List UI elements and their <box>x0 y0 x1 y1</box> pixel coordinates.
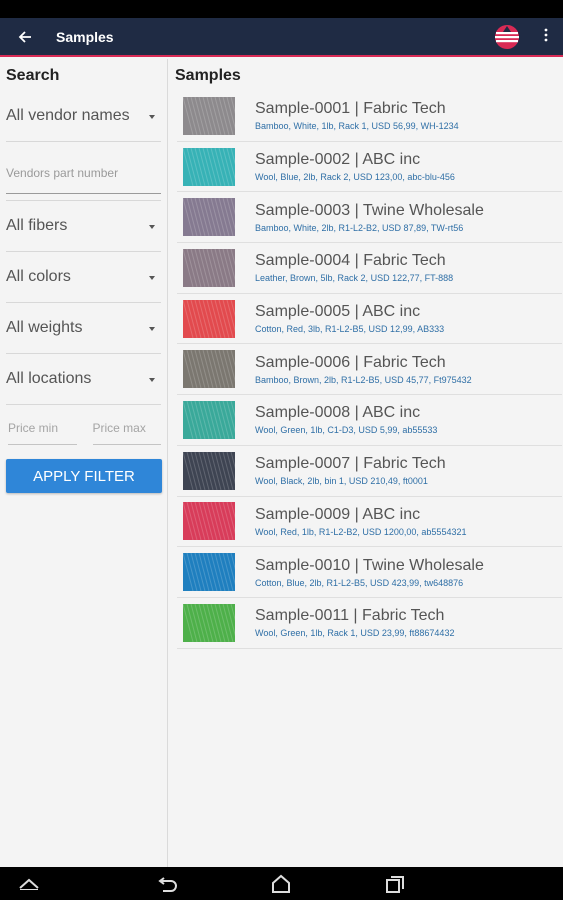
vendor-select[interactable]: All vendor names <box>6 91 161 142</box>
dropdown-caret-icon <box>149 327 155 331</box>
sample-text: Sample-0003 | Twine Wholesale Bamboo, Whi… <box>255 201 562 234</box>
price-max-input[interactable]: Price max <box>92 411 161 445</box>
back-button[interactable] <box>0 18 50 55</box>
price-min-input[interactable]: Price min <box>8 411 77 445</box>
status-bar <box>0 0 563 18</box>
weights-select[interactable]: All weights <box>6 303 161 354</box>
sample-text: Sample-0007 | Fabric Tech Wool, Black, 2l… <box>255 454 562 487</box>
sample-details: Wool, Black, 2lb, bin 1, USD 210,49, ft0… <box>255 476 428 487</box>
apply-filter-button[interactable]: APPLY FILTER <box>6 459 162 493</box>
dropdown-caret-icon <box>149 115 155 119</box>
fabric-swatch-image <box>183 553 235 592</box>
sample-details: Cotton, Red, 3lb, R1-L2-B5, USD 12,99, A… <box>255 324 445 335</box>
sample-text: Sample-0008 | ABC inc Wool, Green, 1lb, C… <box>255 403 562 436</box>
dropdown-caret-icon <box>149 378 155 382</box>
fabric-swatch-image <box>183 248 235 287</box>
vendor-part-number-input[interactable]: Vendors part number <box>6 152 161 194</box>
sample-title: Sample-0010 | Twine Wholesale <box>255 556 484 574</box>
sample-title: Sample-0003 | Twine Wholesale <box>255 201 484 219</box>
sample-list-item[interactable]: Sample-0007 | Fabric Tech Wool, Black, 2l… <box>177 446 562 497</box>
sample-list: Sample-0001 | Fabric Tech Bamboo, White, … <box>177 91 563 649</box>
price-range: Price min Price max <box>8 411 161 445</box>
fibers-select-value: All fibers <box>6 217 68 234</box>
sample-details: Wool, Blue, 2lb, Rack 2, USD 123,00, abc… <box>255 172 455 183</box>
sample-details: Wool, Red, 1lb, R1-L2-B2, USD 1200,00, a… <box>255 526 467 537</box>
sample-text: Sample-0011 | Fabric Tech Wool, Green, 1l… <box>255 606 562 639</box>
sample-title: Sample-0005 | ABC inc <box>255 303 421 321</box>
arrow-left-icon <box>18 30 31 43</box>
app-logo-icon[interactable] <box>493 23 521 51</box>
fabric-swatch-image <box>183 400 235 439</box>
sample-list-item[interactable]: Sample-0003 | Twine Wholesale Bamboo, Whi… <box>177 192 562 244</box>
sample-list-item[interactable]: Sample-0009 | ABC inc Wool, Red, 1lb, R1-… <box>177 497 562 548</box>
sample-title: Sample-0004 | Fabric Tech <box>255 252 446 270</box>
recent-apps-icon[interactable] <box>385 875 405 893</box>
sample-text: Sample-0005 | ABC inc Cotton, Red, 3lb, R… <box>255 302 562 335</box>
sample-details: Bamboo, Brown, 2lb, R1-L2-B5, USD 45,77,… <box>255 374 472 385</box>
overflow-menu-button[interactable] <box>535 26 557 47</box>
sample-details: Leather, Brown, 5lb, Rack 2, USD 122,77,… <box>255 273 454 284</box>
fabric-swatch-image <box>183 198 235 237</box>
fabric-swatch-image <box>183 299 235 338</box>
sample-text: Sample-0010 | Twine Wholesale Cotton, Blu… <box>255 556 562 589</box>
sample-text: Sample-0004 | Fabric Tech Leather, Brown,… <box>255 251 562 284</box>
sample-list-item[interactable]: Sample-0011 | Fabric Tech Wool, Green, 1l… <box>177 598 562 649</box>
sample-title: Sample-0007 | Fabric Tech <box>255 455 446 473</box>
sample-details: Bamboo, White, 2lb, R1-L2-B2, USD 87,89,… <box>255 222 464 233</box>
fibers-select[interactable]: All fibers <box>6 201 161 252</box>
sample-text: Sample-0002 | ABC inc Wool, Blue, 2lb, Ra… <box>255 150 562 183</box>
sample-title: Sample-0008 | ABC inc <box>255 404 421 422</box>
colors-select-value: All colors <box>6 268 71 285</box>
back-nav-icon[interactable] <box>158 875 178 893</box>
filter-heading: Search <box>6 67 60 84</box>
sample-list-item[interactable]: Sample-0006 | Fabric Tech Bamboo, Brown, … <box>177 344 562 396</box>
locations-select[interactable]: All locations <box>6 354 161 405</box>
sample-details: Cotton, Blue, 2lb, R1-L2-B5, USD 423,99,… <box>255 577 464 588</box>
filter-panel: Search All vendor names Vendors part num… <box>0 59 168 867</box>
sample-list-item[interactable]: Sample-0010 | Twine Wholesale Cotton, Blu… <box>177 547 562 598</box>
sample-list-item[interactable]: Sample-0008 | ABC inc Wool, Green, 1lb, C… <box>177 395 562 446</box>
fabric-swatch-image <box>183 603 235 642</box>
locations-select-value: All locations <box>6 370 92 387</box>
sample-title: Sample-0001 | Fabric Tech <box>255 100 446 118</box>
colors-select[interactable]: All colors <box>6 252 161 303</box>
weights-select-value: All weights <box>6 319 83 336</box>
more-vert-icon <box>544 28 548 42</box>
sample-details: Wool, Green, 1lb, C1-D3, USD 5,99, ab555… <box>255 425 438 436</box>
system-nav-bar <box>0 867 563 900</box>
sample-title: Sample-0009 | ABC inc <box>255 505 421 523</box>
sample-title: Sample-0006 | Fabric Tech <box>255 353 446 371</box>
dropdown-caret-icon <box>149 276 155 280</box>
home-nav-icon[interactable] <box>271 874 291 893</box>
samples-panel: Samples Sample-0001 | Fabric Tech Bamboo,… <box>169 59 563 867</box>
dropdown-caret-icon <box>149 225 155 229</box>
app-bar: Samples <box>0 18 563 57</box>
fabric-swatch-image <box>183 350 235 389</box>
page-title: Samples <box>56 28 114 45</box>
sample-details: Wool, Green, 1lb, Rack 1, USD 23,99, ft8… <box>255 628 455 639</box>
collapse-icon[interactable] <box>18 876 40 890</box>
sample-list-item[interactable]: Sample-0005 | ABC inc Cotton, Red, 3lb, R… <box>177 294 562 345</box>
fabric-swatch-image <box>183 147 235 186</box>
samples-heading: Samples <box>175 67 241 84</box>
sample-details: Bamboo, White, 1lb, Rack 1, USD 56,99, W… <box>255 121 459 132</box>
sample-text: Sample-0001 | Fabric Tech Bamboo, White, … <box>255 99 562 132</box>
sample-list-item[interactable]: Sample-0002 | ABC inc Wool, Blue, 2lb, Ra… <box>177 142 562 193</box>
fabric-swatch-image <box>183 96 235 135</box>
sample-title: Sample-0002 | ABC inc <box>255 151 421 169</box>
vendor-select-value: All vendor names <box>6 107 130 124</box>
sample-title: Sample-0011 | Fabric Tech <box>255 607 445 625</box>
fabric-swatch-image <box>183 451 235 490</box>
sample-list-item[interactable]: Sample-0001 | Fabric Tech Bamboo, White, … <box>177 91 562 142</box>
sample-text: Sample-0009 | ABC inc Wool, Red, 1lb, R1-… <box>255 505 562 538</box>
fabric-swatch-image <box>183 502 235 541</box>
sample-text: Sample-0006 | Fabric Tech Bamboo, Brown, … <box>255 353 562 386</box>
sample-list-item[interactable]: Sample-0004 | Fabric Tech Leather, Brown,… <box>177 243 562 294</box>
